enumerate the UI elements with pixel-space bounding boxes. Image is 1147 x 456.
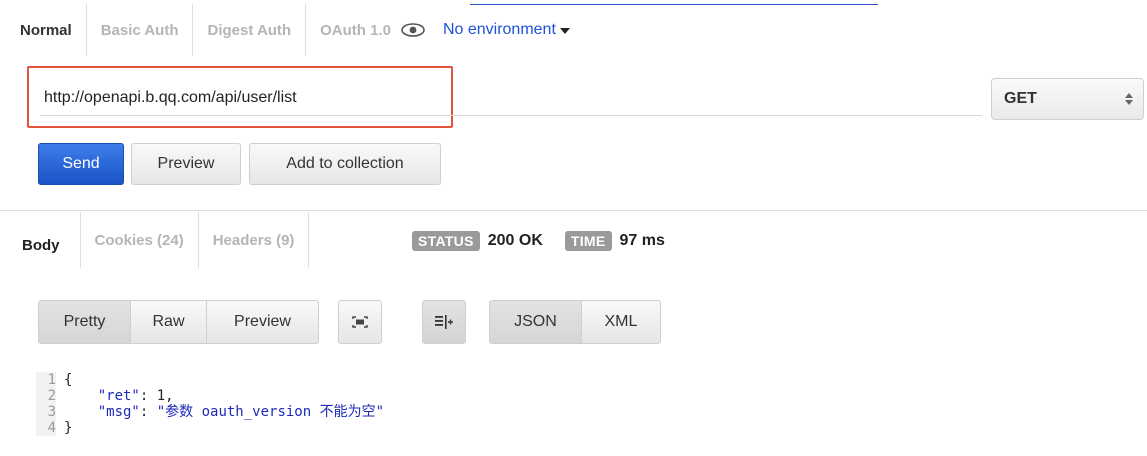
code-text: { bbox=[64, 372, 73, 388]
tab-cookies[interactable]: Cookies (24) bbox=[81, 212, 199, 268]
preview-button[interactable]: Preview bbox=[131, 143, 241, 185]
status-badge: STATUS bbox=[412, 231, 480, 251]
response-body: 1 { 2 "ret": 1, 3 "msg": "参数 oauth_versi… bbox=[36, 372, 1036, 436]
fullscreen-icon bbox=[352, 316, 368, 328]
code-line: 4 } bbox=[36, 420, 1036, 436]
code-text: } bbox=[64, 420, 73, 436]
status-value: 200 OK bbox=[487, 232, 543, 249]
code-line: 1 { bbox=[36, 372, 1036, 388]
tab-headers[interactable]: Headers (9) bbox=[199, 212, 310, 268]
format-group: JSON XML bbox=[489, 300, 661, 344]
json-sep: : bbox=[139, 404, 157, 420]
tab-basic-auth[interactable]: Basic Auth bbox=[87, 4, 194, 56]
method-select[interactable]: GET bbox=[991, 78, 1144, 120]
auth-tabs: Normal Basic Auth Digest Auth OAuth 1.0 … bbox=[0, 4, 1147, 56]
url-input[interactable] bbox=[40, 80, 982, 116]
wrap-lines-button[interactable] bbox=[422, 300, 466, 344]
environment-label: No environment bbox=[442, 21, 556, 38]
send-button[interactable]: Send bbox=[38, 143, 124, 185]
format-json-button[interactable]: JSON bbox=[490, 301, 582, 343]
chevron-down-icon bbox=[559, 28, 570, 34]
environment-dropdown[interactable]: No environment bbox=[443, 21, 570, 39]
line-number: 2 bbox=[36, 388, 56, 404]
add-to-collection-button[interactable]: Add to collection bbox=[249, 143, 441, 185]
tab-normal[interactable]: Normal bbox=[0, 4, 87, 56]
response-tabs: Body Cookies (24) Headers (9) bbox=[0, 212, 310, 268]
json-value: 1, bbox=[156, 388, 174, 404]
wrap-lines-icon bbox=[435, 315, 453, 329]
tab-oauth-1[interactable]: OAuth 1.0 bbox=[306, 4, 391, 56]
json-value: "参数 oauth_version 不能为空" bbox=[156, 404, 385, 420]
code-line: 3 "msg": "参数 oauth_version 不能为空" bbox=[36, 404, 1036, 420]
tab-body[interactable]: Body bbox=[0, 212, 81, 268]
json-sep: : bbox=[139, 388, 157, 404]
view-mode-group: Pretty Raw Preview bbox=[38, 300, 319, 344]
format-xml-button[interactable]: XML bbox=[582, 301, 660, 343]
line-number: 3 bbox=[36, 404, 56, 420]
environment-selector[interactable]: No environment bbox=[391, 4, 570, 56]
eye-icon[interactable] bbox=[401, 23, 425, 37]
view-raw-button[interactable]: Raw bbox=[131, 301, 207, 343]
fullscreen-button[interactable] bbox=[338, 300, 382, 344]
line-number: 4 bbox=[36, 420, 56, 436]
code-line: 2 "ret": 1, bbox=[36, 388, 1036, 404]
tab-digest-auth[interactable]: Digest Auth bbox=[193, 4, 307, 56]
view-pretty-button[interactable]: Pretty bbox=[39, 301, 131, 343]
section-divider bbox=[0, 210, 1147, 211]
line-number: 1 bbox=[36, 372, 56, 388]
time-value: 97 ms bbox=[619, 232, 665, 249]
json-key: "ret" bbox=[97, 388, 140, 404]
select-arrows-icon bbox=[1125, 93, 1133, 105]
json-key: "msg" bbox=[97, 404, 140, 420]
view-preview-button[interactable]: Preview bbox=[207, 301, 318, 343]
response-status: STATUS 200 OK TIME 97 ms bbox=[412, 231, 665, 251]
method-value: GET bbox=[1004, 90, 1037, 107]
time-badge: TIME bbox=[564, 231, 612, 251]
